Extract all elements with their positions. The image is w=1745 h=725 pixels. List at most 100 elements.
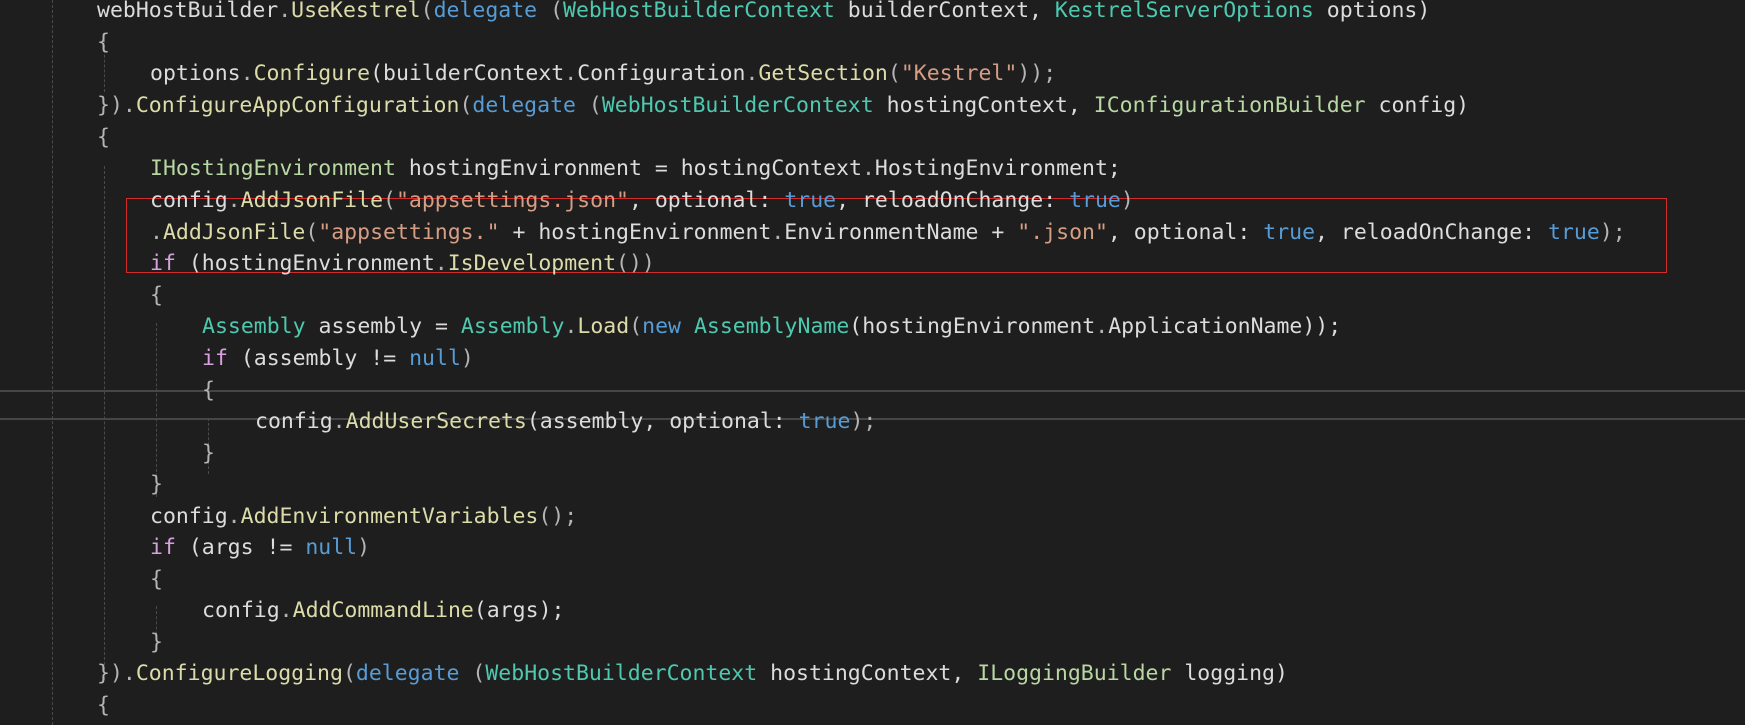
code-token: EnvironmentName +: [784, 220, 1018, 245]
code-token: Configuration: [577, 61, 746, 86]
code-line[interactable]: {: [0, 27, 1745, 59]
code-token: config: [150, 504, 228, 529]
code-token: {: [97, 693, 110, 718]
code-token: , optional:: [1107, 220, 1264, 245]
code-token: config: [150, 188, 228, 213]
code-token: (: [537, 0, 564, 23]
code-token: (: [459, 93, 473, 118]
code-token: .: [771, 220, 785, 245]
code-token: WebHostBuilderContext: [563, 0, 835, 23]
code-token: (: [342, 661, 356, 686]
code-token: delegate: [433, 0, 538, 23]
code-token: {: [202, 378, 215, 403]
code-token: ConfigureLogging: [135, 661, 343, 686]
code-token: AddEnvironmentVariables: [240, 504, 539, 529]
code-line[interactable]: .AddJsonFile("appsettings." + hostingEnv…: [0, 217, 1745, 249]
code-token: null: [305, 535, 358, 560]
code-line[interactable]: config.AddUserSecrets(assembly, optional…: [0, 406, 1745, 438]
code-token: .: [227, 504, 241, 529]
code-token: true: [1069, 188, 1121, 213]
code-token: HostingEnvironment;: [874, 156, 1121, 181]
code-token: ): [357, 535, 371, 560]
code-line[interactable]: {: [0, 690, 1745, 722]
code-line[interactable]: }).ConfigureLogging(delegate (WebHostBui…: [0, 658, 1745, 690]
code-line[interactable]: if (args != null): [0, 532, 1745, 564]
code-token: assembly =: [305, 314, 461, 339]
code-token: if: [150, 251, 176, 276]
code-token: .: [745, 61, 759, 86]
code-token: config): [1365, 93, 1470, 118]
code-token: AddJsonFile: [240, 188, 384, 213]
code-token: true: [1263, 220, 1316, 245]
code-token: webHostBuilder: [97, 0, 279, 23]
code-line[interactable]: {: [0, 122, 1745, 154]
code-token: {: [150, 567, 163, 592]
code-token: .: [240, 61, 254, 86]
code-token: , reloadOnChange:: [836, 188, 1070, 213]
code-token: ): [460, 346, 474, 371]
code-token: logging): [1171, 661, 1288, 686]
code-token: .: [564, 61, 578, 86]
code-line[interactable]: {: [0, 375, 1745, 407]
code-token: + hostingEnvironment: [499, 220, 772, 245]
code-token: (: [575, 93, 602, 118]
code-token: , optional:: [628, 188, 785, 213]
code-token: IHostingEnvironment: [150, 156, 396, 181]
code-token: ();: [538, 504, 578, 529]
code-token: true: [784, 188, 837, 213]
code-token: true: [798, 409, 851, 434]
code-token: ".json": [1017, 220, 1108, 245]
code-token: .: [122, 93, 136, 118]
code-token: hostingContext,: [873, 93, 1094, 118]
code-token: builderContext,: [834, 0, 1055, 23]
code-token: delegate: [472, 93, 576, 118]
code-token: (: [887, 61, 901, 86]
code-line[interactable]: IHostingEnvironment hostingEnvironment =…: [0, 153, 1745, 185]
code-line[interactable]: {: [0, 280, 1745, 312]
code-token: AssemblyName: [693, 314, 850, 339]
code-token: WebHostBuilderContext: [601, 93, 874, 118]
code-token: ()): [616, 251, 655, 276]
code-token: if: [150, 535, 176, 560]
code-token: .: [564, 314, 578, 339]
code-token: }): [97, 93, 123, 118]
code-line[interactable]: if (hostingEnvironment.IsDevelopment()): [0, 248, 1745, 280]
code-token: .: [279, 598, 293, 623]
code-token: delegate: [355, 661, 460, 686]
code-line[interactable]: config.AddJsonFile("appsettings.json", o…: [0, 185, 1745, 217]
code-token: hostingContext,: [757, 661, 978, 686]
code-line[interactable]: }).ConfigureAppConfiguration(delegate (W…: [0, 90, 1745, 122]
code-token: (: [459, 661, 486, 686]
code-line[interactable]: options.Configure(builderContext.Configu…: [0, 58, 1745, 90]
code-token: }: [150, 630, 163, 655]
code-token: "Kestrel": [900, 61, 1018, 86]
code-token: .: [278, 0, 292, 23]
code-token: , reloadOnChange:: [1315, 220, 1549, 245]
code-token: WebHostBuilderContext: [485, 661, 758, 686]
code-token: );: [850, 409, 877, 434]
code-token: "appsettings.json": [395, 188, 629, 213]
code-token: .: [227, 188, 241, 213]
code-token: (hostingEnvironment: [175, 251, 435, 276]
code-token: IsDevelopment: [447, 251, 617, 276]
code-line[interactable]: }: [0, 438, 1745, 470]
code-line[interactable]: config.AddCommandLine(args);: [0, 595, 1745, 627]
code-token: (builderContext: [370, 61, 565, 86]
code-token: ): [1120, 188, 1134, 213]
code-line[interactable]: webHostBuilder.UseKestrel(delegate (WebH…: [0, 0, 1745, 27]
code-line[interactable]: }: [0, 627, 1745, 659]
code-token: AddJsonFile: [162, 220, 306, 245]
code-line[interactable]: {: [0, 564, 1745, 596]
code-line[interactable]: Assembly assembly = Assembly.Load(new As…: [0, 311, 1745, 343]
code-token: new: [642, 314, 681, 339]
code-token: .: [150, 220, 163, 245]
code-token: }: [202, 441, 215, 466]
code-token: (assembly, optional:: [526, 409, 799, 434]
code-token: UseKestrel: [291, 0, 421, 23]
code-token: ConfigureAppConfiguration: [135, 93, 460, 118]
code-token: config: [255, 409, 333, 434]
code-token: {: [150, 283, 163, 308]
code-line[interactable]: if (assembly != null): [0, 343, 1745, 375]
code-line[interactable]: }: [0, 469, 1745, 501]
code-line[interactable]: config.AddEnvironmentVariables();: [0, 501, 1745, 533]
